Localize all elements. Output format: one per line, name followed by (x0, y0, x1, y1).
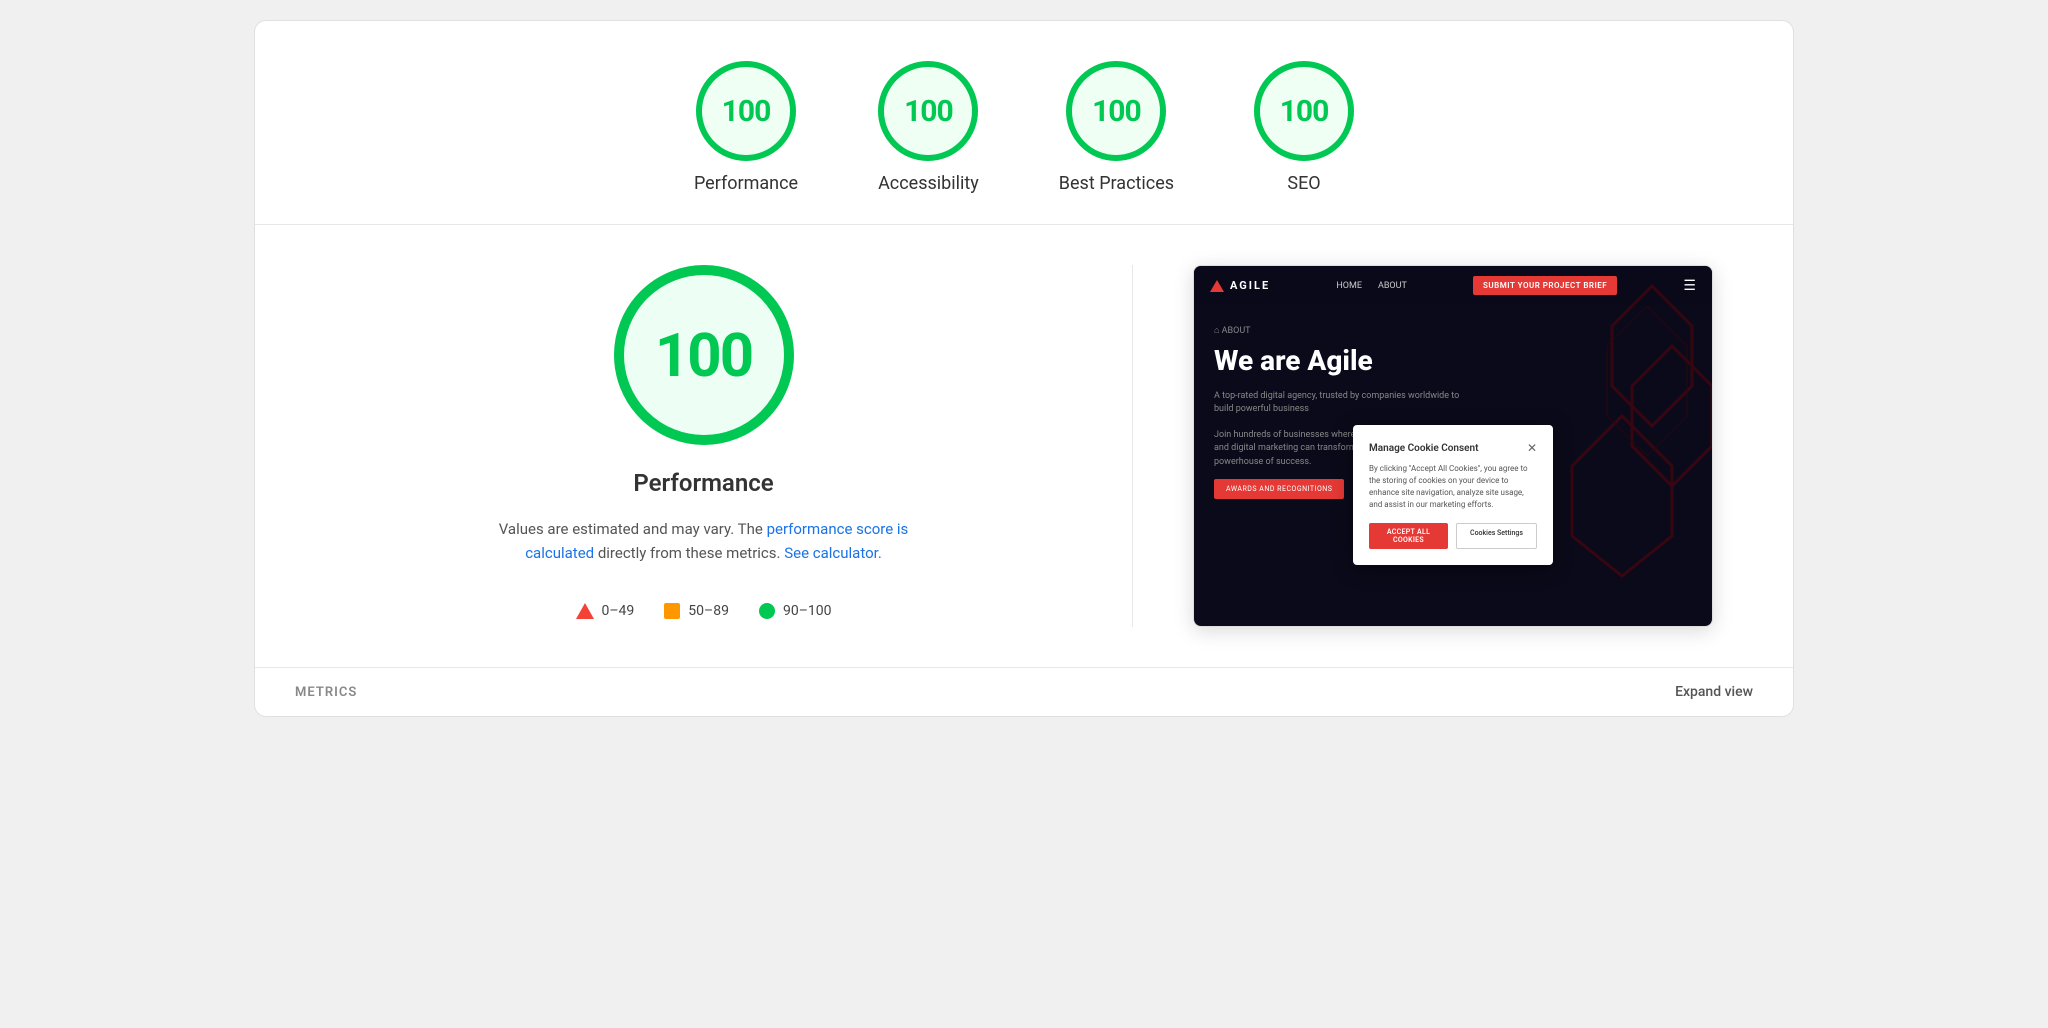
cookie-modal-body: By clicking "Accept All Cookies", you ag… (1369, 463, 1537, 511)
score-value-accessibility: 100 (904, 94, 953, 129)
circle-icon (759, 603, 775, 619)
main-card: 100 Performance 100 Accessibility 100 Be… (254, 20, 1794, 717)
preview-nav-links: HOME ABOUT (1336, 281, 1406, 291)
preview-nav-link-home: HOME (1336, 281, 1362, 291)
score-value-seo: 100 (1280, 94, 1329, 129)
score-label-seo: SEO (1287, 173, 1320, 194)
triangle-icon (576, 603, 594, 619)
cookie-modal-title: Manage Cookie Consent (1369, 443, 1478, 454)
preview-logo-text: AGILE (1230, 279, 1270, 292)
cookie-modal-buttons: ACCEPT ALL COOKIES Cookies Settings (1369, 523, 1537, 549)
preview-hero: ⌂ ABOUT We are Agile A top-rated digital… (1194, 305, 1712, 519)
legend-range-poor: 0–49 (602, 603, 635, 619)
square-icon (664, 603, 680, 619)
description-middle: directly from these metrics. (594, 544, 784, 562)
main-section: 100 Performance Values are estimated and… (255, 225, 1793, 667)
preview-breadcrumb: ⌂ ABOUT (1214, 325, 1692, 336)
preview-nav-link-about: ABOUT (1378, 281, 1407, 291)
legend-item-average: 50–89 (664, 603, 729, 619)
right-panel: AGILE HOME ABOUT SUBMIT YOUR PROJECT BRI… (1173, 265, 1733, 627)
preview-body-text: A top-rated digital agency, trusted by c… (1214, 390, 1474, 417)
score-item-performance: 100 Performance (694, 61, 798, 194)
legend-item-good: 90–100 (759, 603, 832, 619)
big-score-value: 100 (655, 320, 752, 391)
score-item-seo: 100 SEO (1254, 61, 1354, 194)
score-item-best-practices: 100 Best Practices (1059, 61, 1174, 194)
left-panel: 100 Performance Values are estimated and… (315, 265, 1133, 627)
legend: 0–49 50–89 90–100 (576, 603, 832, 619)
logo-triangle-icon (1210, 280, 1224, 292)
cookie-modal-header: Manage Cookie Consent ✕ (1369, 441, 1537, 455)
website-preview: AGILE HOME ABOUT SUBMIT YOUR PROJECT BRI… (1193, 265, 1713, 627)
footer-section: METRICS Expand view (255, 667, 1793, 716)
score-label-performance: Performance (694, 173, 798, 194)
calculator-link[interactable]: See calculator. (784, 544, 882, 562)
preview-heading: We are Agile (1214, 344, 1692, 378)
score-circle-performance: 100 (696, 61, 796, 161)
cookie-accept-button[interactable]: ACCEPT ALL COOKIES (1369, 523, 1448, 549)
cookie-modal-close-icon[interactable]: ✕ (1527, 441, 1537, 455)
score-circle-seo: 100 (1254, 61, 1354, 161)
score-value-performance: 100 (722, 94, 771, 129)
score-circle-best-practices: 100 (1066, 61, 1166, 161)
score-label-accessibility: Accessibility (878, 173, 979, 194)
preview-logo: AGILE (1210, 279, 1270, 292)
score-label-best-practices: Best Practices (1059, 173, 1174, 194)
score-circle-accessibility: 100 (878, 61, 978, 161)
scores-section: 100 Performance 100 Accessibility 100 Be… (255, 21, 1793, 225)
cookie-modal: Manage Cookie Consent ✕ By clicking "Acc… (1353, 425, 1553, 565)
legend-item-poor: 0–49 (576, 603, 635, 619)
expand-view-button[interactable]: Expand view (1675, 684, 1753, 700)
description-start: Values are estimated and may vary. The (499, 520, 767, 538)
legend-range-average: 50–89 (688, 603, 729, 619)
big-score-circle: 100 (614, 265, 794, 445)
metrics-label: METRICS (295, 685, 357, 700)
score-value-best-practices: 100 (1092, 94, 1141, 129)
description-text: Values are estimated and may vary. The p… (494, 517, 914, 565)
preview-inner: AGILE HOME ABOUT SUBMIT YOUR PROJECT BRI… (1194, 266, 1712, 626)
score-item-accessibility: 100 Accessibility (878, 61, 979, 194)
big-score-label: Performance (633, 469, 773, 497)
preview-awards-button[interactable]: AWARDS AND RECOGNITIONS (1214, 479, 1344, 499)
cookie-settings-button[interactable]: Cookies Settings (1456, 523, 1537, 549)
legend-range-good: 90–100 (783, 603, 832, 619)
